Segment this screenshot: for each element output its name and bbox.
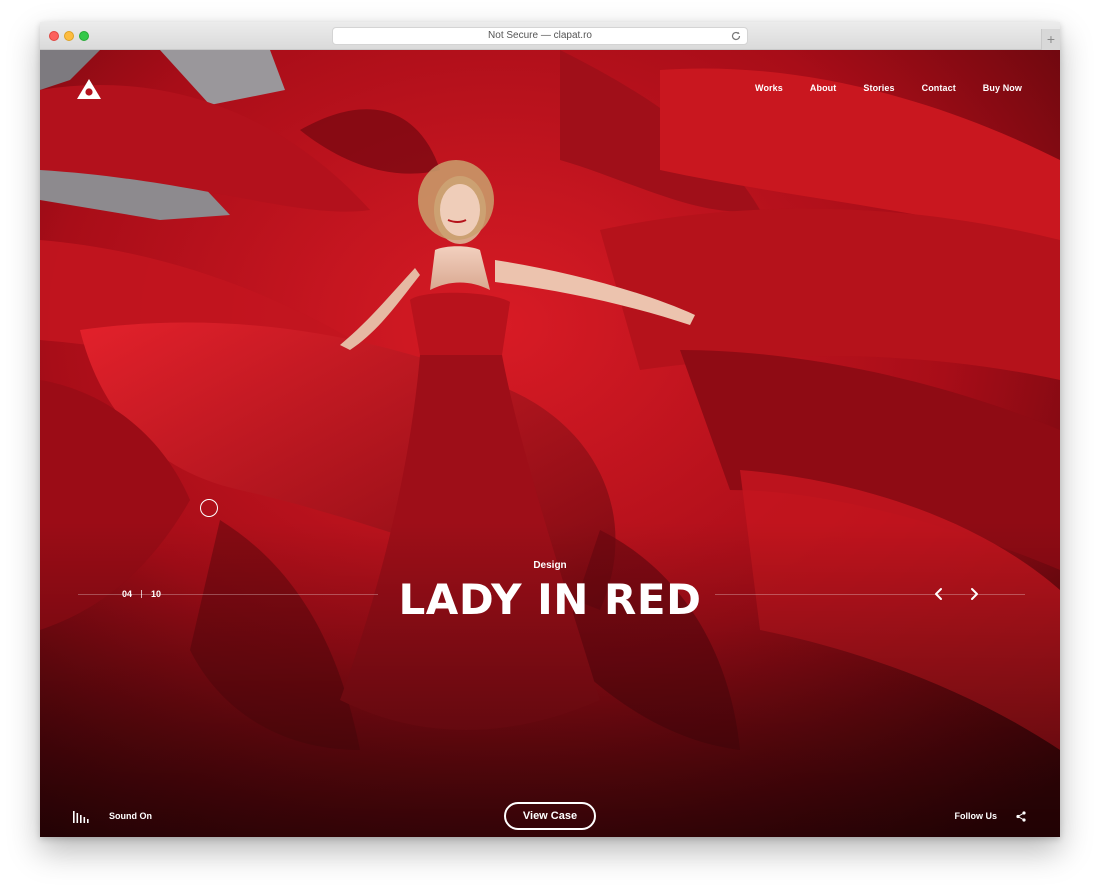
sound-toggle-label[interactable]: Sound On <box>109 811 152 821</box>
slide-title[interactable]: LADY IN RED <box>40 575 1060 624</box>
custom-cursor-icon <box>200 499 218 517</box>
minimize-window-button[interactable] <box>64 31 74 41</box>
new-tab-button[interactable]: + <box>1041 29 1060 50</box>
nav-stories[interactable]: Stories <box>863 83 894 93</box>
equalizer-icon[interactable] <box>73 811 89 823</box>
hero-background-image <box>40 50 1060 837</box>
address-text: Not Secure — clapat.ro <box>488 30 592 41</box>
reload-icon[interactable] <box>730 30 742 42</box>
browser-window: Not Secure — clapat.ro + Works About Sto… <box>40 22 1060 837</box>
browser-toolbar: Not Secure — clapat.ro + <box>40 22 1060 50</box>
slide-category: Design <box>533 560 567 571</box>
main-nav: Works About Stories Contact Buy Now <box>728 83 1022 93</box>
nav-about[interactable]: About <box>810 83 837 93</box>
hero-slider: Works About Stories Contact Buy Now 04 1… <box>40 50 1060 837</box>
nav-works[interactable]: Works <box>755 83 783 93</box>
share-icon[interactable] <box>1016 811 1026 822</box>
address-bar[interactable]: Not Secure — clapat.ro <box>332 27 748 45</box>
view-case-button[interactable]: View Case <box>504 802 596 830</box>
nav-buy-now[interactable]: Buy Now <box>983 83 1022 93</box>
nav-contact[interactable]: Contact <box>922 83 956 93</box>
chevron-right-icon[interactable] <box>966 586 982 602</box>
chevron-left-icon[interactable] <box>931 586 947 602</box>
site-logo-icon[interactable] <box>76 78 102 100</box>
close-window-button[interactable] <box>49 31 59 41</box>
follow-us-label[interactable]: Follow Us <box>955 811 998 821</box>
maximize-window-button[interactable] <box>79 31 89 41</box>
